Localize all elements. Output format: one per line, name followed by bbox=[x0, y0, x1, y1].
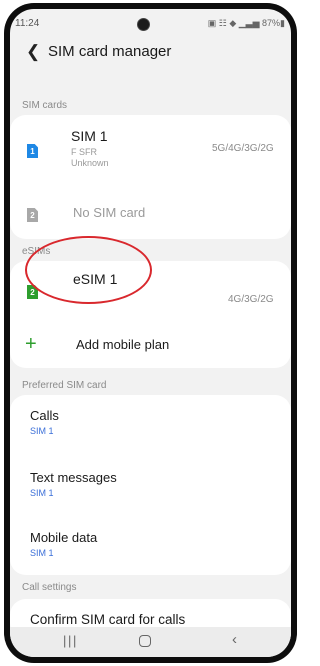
sim-card-item-sim-1[interactable]: 1 SIM 1 F SFR Unknown 5G/4G/3G/2G bbox=[10, 115, 291, 187]
front-camera bbox=[137, 18, 150, 31]
confirm-sim-for-calls-label: Confirm SIM card for calls bbox=[30, 612, 186, 627]
sim-2-icon: 2 bbox=[27, 208, 38, 222]
back-icon[interactable]: ‹ bbox=[232, 631, 237, 648]
navigation-bar: | | | ‹ bbox=[10, 627, 291, 657]
esim-item-esim-1[interactable]: 2 eSIM 1 4G/3G/2G bbox=[10, 261, 291, 323]
app-header: ❮ SIM card manager bbox=[10, 41, 291, 65]
status-bar: 11:24 ▣ ☷ ◆ ▁▃▅ 87%▮ bbox=[10, 9, 291, 35]
chevron-left-icon[interactable]: ❮ bbox=[26, 42, 40, 62]
sim-cards-card: 1 SIM 1 F SFR Unknown 5G/4G/3G/2G 2 No S… bbox=[10, 115, 291, 239]
preferred-item-text-messages[interactable]: Text messages SIM 1 bbox=[10, 457, 291, 513]
sim-1-carrier: F SFR bbox=[71, 147, 97, 157]
calls-value: SIM 1 bbox=[30, 426, 54, 436]
mobile-data-label: Mobile data bbox=[30, 530, 98, 545]
plus-icon: + bbox=[25, 333, 37, 355]
home-icon[interactable] bbox=[139, 635, 151, 647]
section-label-esims: eSIMs bbox=[22, 246, 51, 257]
status-time: 11:24 bbox=[15, 18, 40, 29]
recents-icon[interactable]: | | | bbox=[63, 633, 76, 648]
esims-card: 2 eSIM 1 4G/3G/2G + Add mobile plan bbox=[10, 261, 291, 368]
sim-1-network: 5G/4G/3G/2G bbox=[212, 143, 274, 154]
text-messages-value: SIM 1 bbox=[30, 488, 54, 498]
battery-icon: ▮ bbox=[280, 18, 285, 28]
battery-percent: 87% bbox=[262, 18, 281, 28]
section-label-preferred: Preferred SIM card bbox=[22, 380, 107, 391]
status-icons: ▣ ☷ ◆ ▁▃▅ 87%▮ bbox=[208, 18, 285, 29]
add-mobile-plan-button[interactable]: + Add mobile plan bbox=[10, 331, 291, 368]
sim-card-item-no-sim[interactable]: 2 No SIM card bbox=[10, 187, 291, 239]
section-label-call-settings: Call settings bbox=[22, 582, 77, 593]
esim-1-network: 4G/3G/2G bbox=[228, 294, 274, 305]
esim-1-icon: 2 bbox=[27, 285, 38, 299]
signal-icon: ▣ ☷ ◆ ▁▃▅ bbox=[207, 18, 260, 28]
sim-1-icon: 1 bbox=[27, 144, 38, 158]
preferred-item-mobile-data[interactable]: Mobile data SIM 1 bbox=[10, 517, 291, 573]
preferred-item-calls[interactable]: Calls SIM 1 bbox=[10, 395, 291, 451]
section-label-sim-cards: SIM cards bbox=[22, 100, 68, 111]
esim-1-name: eSIM 1 bbox=[73, 271, 118, 287]
preferred-sim-card: Calls SIM 1 Text messages SIM 1 Mobile d… bbox=[10, 395, 291, 575]
sim-1-name: SIM 1 bbox=[71, 128, 108, 144]
page-title: SIM card manager bbox=[48, 43, 172, 60]
device-frame: 11:24 ▣ ☷ ◆ ▁▃▅ 87%▮ ❮ SIM card manager … bbox=[0, 0, 301, 666]
text-messages-label: Text messages bbox=[30, 470, 117, 485]
mobile-data-value: SIM 1 bbox=[30, 548, 54, 558]
no-sim-label: No SIM card bbox=[73, 205, 146, 220]
add-mobile-plan-label: Add mobile plan bbox=[76, 337, 170, 352]
phone-screen: 11:24 ▣ ☷ ◆ ▁▃▅ 87%▮ ❮ SIM card manager … bbox=[10, 9, 291, 657]
calls-label: Calls bbox=[30, 408, 59, 423]
sim-1-number: Unknown bbox=[71, 158, 109, 168]
